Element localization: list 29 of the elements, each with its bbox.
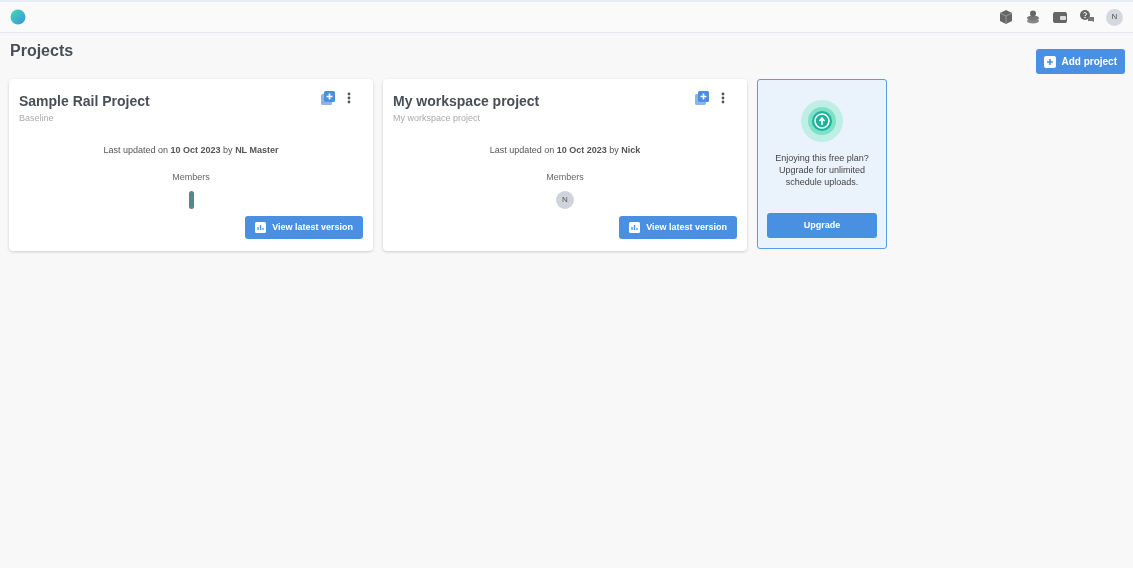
members-label: Members (171, 171, 211, 184)
members-label: Members (545, 171, 585, 184)
member-avatar: N (556, 190, 574, 209)
view-latest-version-button[interactable]: View latest version (245, 215, 363, 239)
upgrade-button[interactable]: Upgrade (767, 212, 877, 238)
wallet-icon[interactable] (1052, 9, 1068, 25)
last-updated-text: Last updated on 10 Oct 2023 by Nick (488, 143, 642, 157)
project-subtitle: My workspace project (393, 112, 482, 125)
upload-icon (801, 100, 843, 142)
more-icon[interactable] (721, 92, 725, 104)
chart-icon (255, 221, 267, 233)
cube-icon[interactable] (998, 9, 1014, 25)
project-title: My workspace project (393, 92, 540, 111)
last-updated-text: Last updated on 10 Oct 2023 by NL Master (102, 143, 280, 157)
project-subtitle: Baseline (19, 112, 55, 125)
add-copy-icon[interactable] (321, 91, 335, 105)
upgrade-text: Enjoying this free plan? Upgrade for unlimited schedule uploads. (774, 152, 870, 189)
view-latest-version-button[interactable]: View latest version (619, 215, 737, 239)
chart-icon (629, 221, 641, 233)
logo-icon[interactable] (10, 9, 26, 25)
page-title: Projects (10, 41, 74, 61)
user-avatar[interactable]: N (1106, 8, 1123, 26)
add-copy-icon[interactable] (695, 91, 709, 105)
project-title: Sample Rail Project (19, 92, 150, 111)
plus-icon (1044, 55, 1057, 68)
help-chat-icon[interactable] (1079, 9, 1095, 25)
layers-icon[interactable] (1025, 9, 1041, 25)
more-icon[interactable] (347, 92, 351, 104)
add-project-button[interactable]: Add project (1036, 49, 1125, 74)
